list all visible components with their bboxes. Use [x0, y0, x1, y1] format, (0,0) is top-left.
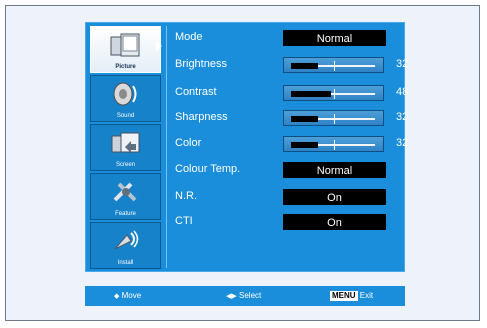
- sidebar-item-label: Picture: [115, 64, 136, 70]
- sharpness-value: 32: [396, 111, 409, 123]
- sidebar-item-screen[interactable]: Screen: [90, 124, 161, 171]
- contrast-label: Contrast: [175, 86, 217, 98]
- cti-label: CTI: [175, 215, 193, 227]
- up-down-arrows-icon: ◆: [114, 292, 120, 300]
- color-slider[interactable]: [283, 136, 384, 152]
- select-hint: ◀▶ Select: [226, 291, 261, 300]
- sharpness-row[interactable]: Sharpness 32: [175, 109, 408, 127]
- exit-hint: MENU Exit: [330, 291, 373, 301]
- color-row[interactable]: Color 32: [175, 135, 408, 153]
- contrast-slider-fill: [291, 91, 331, 97]
- contrast-row[interactable]: Contrast 48: [175, 84, 408, 102]
- sidebar-item-install[interactable]: Install: [90, 222, 161, 269]
- brightness-value: 32: [396, 58, 409, 70]
- colour-temp-row[interactable]: Colour Temp. Normal: [175, 161, 399, 179]
- color-slider-fill: [291, 142, 318, 148]
- cti-row[interactable]: CTI On: [175, 213, 399, 231]
- nr-row[interactable]: N.R. On: [175, 188, 399, 206]
- move-label: Move: [121, 291, 142, 300]
- install-icon: [114, 230, 139, 250]
- brightness-row[interactable]: Brightness 32: [175, 56, 408, 74]
- slider-center-mark: [334, 140, 335, 150]
- nr-label: N.R.: [175, 190, 197, 202]
- colour-temp-label: Colour Temp.: [175, 163, 241, 175]
- picture-icon: [110, 33, 140, 57]
- brightness-slider-fill: [291, 63, 318, 69]
- sidebar-item-label: Install: [117, 260, 134, 266]
- sidebar: Picture Sound Screen Feature Install: [85, 22, 165, 272]
- contrast-slider[interactable]: [283, 85, 384, 101]
- sidebar-item-picture[interactable]: Picture: [90, 26, 162, 73]
- left-right-arrows-icon: ◀▶: [226, 292, 237, 300]
- feature-icon: [113, 182, 137, 202]
- brightness-label: Brightness: [175, 58, 227, 70]
- color-label: Color: [175, 137, 202, 149]
- mode-value[interactable]: Normal: [283, 30, 386, 46]
- picture-settings-panel: Mode Normal Brightness 32 Contrast 48 Sh…: [166, 26, 408, 268]
- sidebar-item-label: Screen: [115, 162, 135, 168]
- active-arrow-icon: [156, 41, 162, 51]
- sharpness-slider[interactable]: [283, 110, 384, 126]
- brightness-slider[interactable]: [283, 57, 384, 73]
- colour-temp-value[interactable]: Normal: [283, 162, 386, 178]
- screen-icon: [111, 132, 140, 153]
- mode-label: Mode: [175, 31, 203, 43]
- contrast-value: 48: [396, 86, 409, 98]
- sidebar-item-feature[interactable]: Feature: [90, 173, 161, 220]
- select-label: Select: [239, 291, 262, 300]
- sidebar-item-label: Sound: [116, 113, 135, 119]
- sidebar-item-label: Feature: [115, 211, 136, 217]
- exit-label: Exit: [359, 291, 374, 300]
- color-value: 32: [396, 137, 409, 149]
- slider-center-mark: [334, 114, 335, 124]
- slider-center-mark: [334, 61, 335, 71]
- sharpness-slider-fill: [291, 116, 318, 122]
- footer-help-bar: ◆ Move ◀▶ Select MENU Exit: [85, 286, 405, 306]
- move-hint: ◆ Move: [114, 291, 141, 300]
- sharpness-label: Sharpness: [175, 111, 228, 123]
- sidebar-item-sound[interactable]: Sound: [90, 75, 161, 122]
- cti-value[interactable]: On: [283, 214, 386, 230]
- sound-icon: [113, 82, 137, 106]
- menu-key[interactable]: MENU: [330, 291, 358, 301]
- slider-center-mark: [334, 89, 335, 99]
- mode-row[interactable]: Mode Normal: [175, 29, 399, 47]
- nr-value[interactable]: On: [283, 189, 386, 205]
